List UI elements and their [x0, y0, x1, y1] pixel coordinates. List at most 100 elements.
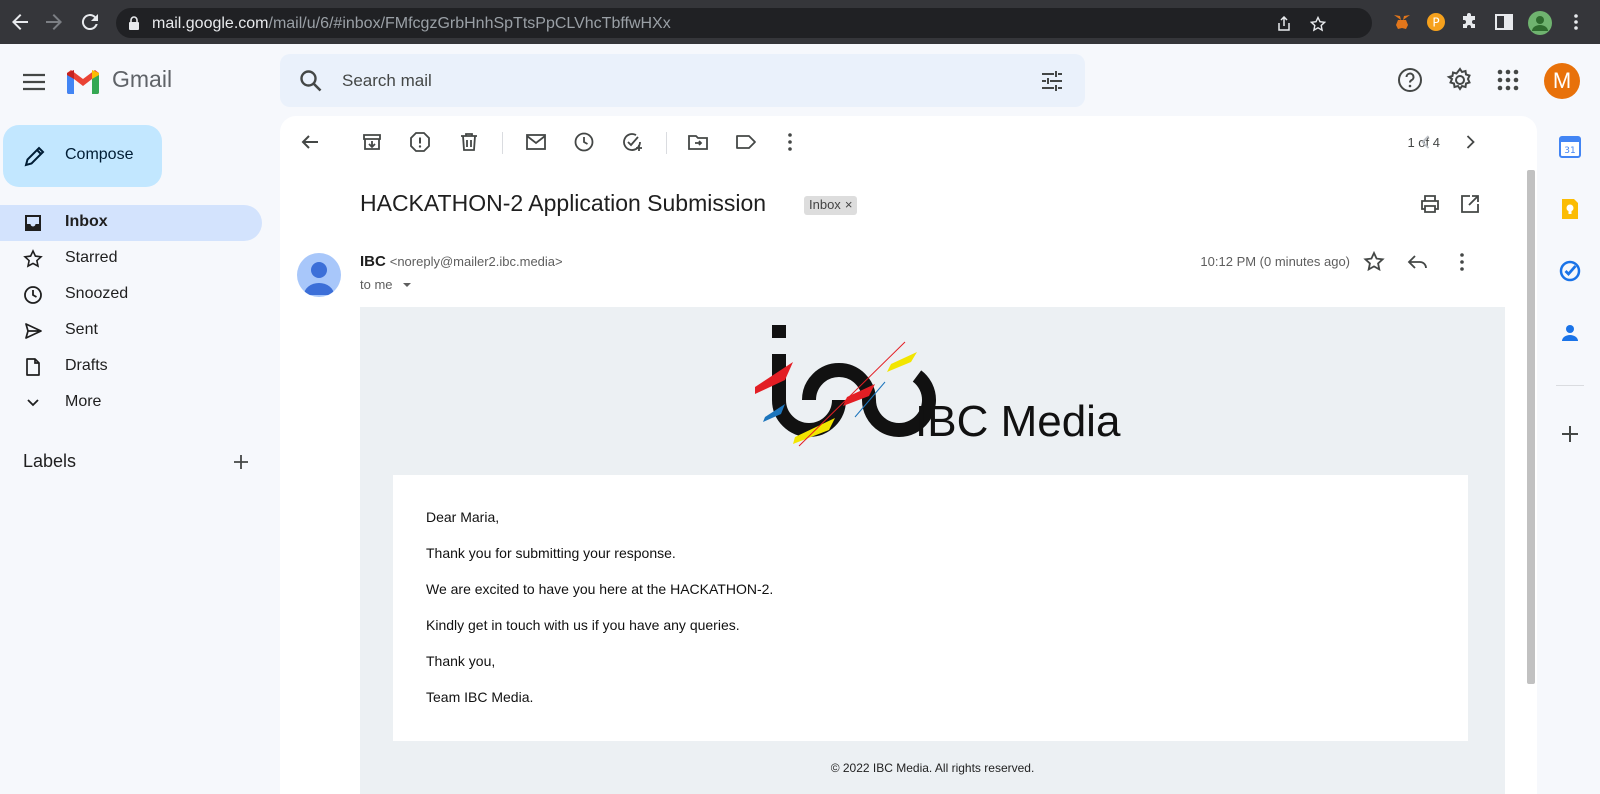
email-card: Dear Maria, Thank you for submitting you… [393, 475, 1468, 741]
archive-icon[interactable] [360, 130, 384, 154]
labels-heading: Labels [23, 451, 77, 471]
address-bar[interactable]: mail.google.com/mail/u/6/#inbox/FMfcgzGr… [116, 8, 1372, 38]
settings-gear-icon[interactable] [1446, 66, 1474, 94]
sender-line: IBC <noreply@mailer2.ibc.media> [360, 253, 563, 270]
extension-p-icon[interactable]: P [1426, 12, 1446, 32]
older-chevron-right-icon[interactable] [1458, 130, 1482, 154]
side-panel-divider [1556, 385, 1584, 386]
sidebar-item-inbox[interactable]: Inbox [0, 205, 262, 241]
open-new-window-icon[interactable] [1458, 192, 1482, 216]
extensions-puzzle-icon[interactable] [1460, 12, 1480, 32]
mark-unread-icon[interactable] [524, 130, 548, 154]
email-footer: © 2022 IBC Media. All rights reserved. [830, 761, 1035, 775]
toolbar-divider [666, 132, 667, 154]
brand-name: IBC Media [915, 397, 1121, 446]
star-icon[interactable] [1362, 250, 1386, 274]
keep-icon[interactable] [1558, 197, 1582, 221]
apps-grid-icon[interactable] [1494, 66, 1522, 94]
email-subject: HACKATHON-2 Application Submission [360, 190, 767, 216]
search-icon[interactable] [298, 68, 324, 94]
url-text: mail.google.com/mail/u/6/#inbox/FMfcgzGr… [152, 15, 671, 32]
body-paragraph: Thank you for submitting your response. [426, 545, 676, 561]
email-body: IBC Media Dear Maria, Thank you for subm… [360, 307, 1505, 794]
chevron-down-icon [27, 399, 39, 407]
svg-text:31: 31 [1564, 146, 1575, 156]
search-options-icon[interactable] [1039, 68, 1065, 94]
bookmark-star-icon[interactable] [1310, 16, 1326, 32]
search-bar [280, 54, 1085, 107]
sender-avatar [297, 253, 341, 297]
clock-icon [24, 286, 42, 304]
body-paragraph: Thank you, [426, 653, 496, 669]
tasks-icon[interactable] [1558, 259, 1582, 283]
metamask-extension-icon[interactable] [1392, 12, 1412, 32]
back-icon[interactable] [8, 10, 32, 34]
svg-text:P: P [1432, 16, 1439, 30]
move-to-folder-icon[interactable] [686, 130, 710, 154]
reload-icon[interactable] [78, 10, 102, 34]
print-icon[interactable] [1418, 192, 1442, 216]
sidebar-item-label: Inbox [65, 213, 108, 230]
person-icon [304, 262, 334, 295]
sidebar-item-starred[interactable]: Starred [0, 241, 262, 277]
sidebar-item-label: Starred [65, 249, 118, 266]
inbox-label-chip[interactable]: Inbox × [804, 196, 858, 215]
app-name: Gmail [112, 66, 173, 92]
back-to-inbox-icon[interactable] [298, 130, 322, 154]
body-paragraph: Team IBC Media. [426, 689, 534, 705]
file-icon [26, 358, 40, 376]
lock-icon [129, 16, 139, 30]
message-view: 1 of 4 HACKATHON-2 Application Submissio… [280, 116, 1537, 794]
sidebar-item-sent[interactable]: Sent [0, 313, 262, 349]
calendar-icon[interactable]: 31 [1558, 135, 1582, 159]
sidebar-item-drafts[interactable]: Drafts [0, 349, 262, 385]
body-paragraph: We are excited to have you here at the H… [426, 581, 774, 597]
recipients-text: to me [360, 277, 393, 292]
message-more-icon[interactable] [1450, 250, 1474, 274]
newer-chevron-left-icon[interactable] [1414, 130, 1438, 154]
remove-label-icon[interactable]: × [845, 197, 853, 212]
delete-icon[interactable] [457, 130, 481, 154]
reply-icon[interactable] [1406, 250, 1430, 274]
pencil-icon [24, 146, 45, 167]
sidebar-item-snoozed[interactable]: Snoozed [0, 277, 262, 313]
compose-button[interactable]: Compose [3, 125, 162, 187]
sidebar-item-label: Snoozed [65, 285, 129, 302]
sidebar-item-label: Sent [65, 321, 98, 338]
main-menu-icon[interactable] [18, 66, 50, 98]
snooze-icon[interactable] [572, 130, 596, 154]
message-time: 10:12 PM (0 minutes ago) [1200, 254, 1350, 269]
scrollbar[interactable] [1525, 170, 1537, 684]
add-to-tasks-icon[interactable] [620, 130, 644, 154]
help-icon[interactable] [1396, 66, 1424, 94]
forward-icon[interactable] [42, 10, 66, 34]
caret-down-icon [403, 283, 412, 287]
contacts-icon[interactable] [1558, 321, 1582, 345]
search-input[interactable] [342, 54, 982, 107]
browser-toolbar: mail.google.com/mail/u/6/#inbox/FMfcgzGr… [0, 0, 1600, 44]
chip-label: Inbox [809, 197, 841, 212]
account-avatar[interactable]: M [1544, 63, 1580, 99]
star-icon [23, 249, 43, 268]
side-panel-icon[interactable] [1494, 12, 1514, 32]
toolbar-divider [502, 132, 503, 154]
more-options-icon[interactable] [778, 130, 802, 154]
recipients-toggle[interactable]: to me [360, 277, 412, 292]
sender-name[interactable]: IBC [360, 253, 386, 270]
browser-menu-icon[interactable] [1566, 12, 1586, 32]
get-addons-plus-icon[interactable] [1558, 422, 1582, 446]
report-spam-icon[interactable] [408, 130, 432, 154]
label-icon[interactable] [734, 130, 758, 154]
inbox-icon [25, 215, 41, 231]
profile-avatar-icon[interactable] [1528, 11, 1552, 35]
body-paragraph: Dear Maria, [426, 509, 500, 525]
send-icon [25, 323, 42, 339]
add-label-icon[interactable] [230, 451, 252, 473]
sender-email: <noreply@mailer2.ibc.media> [389, 254, 563, 269]
sidebar-item-more[interactable]: More [0, 385, 262, 421]
sidebar-item-label: More [65, 393, 102, 410]
compose-label: Compose [65, 146, 134, 163]
scrollbar-thumb[interactable] [1527, 170, 1535, 684]
gmail-logo-icon[interactable] [65, 67, 101, 95]
share-icon[interactable] [1276, 16, 1292, 32]
